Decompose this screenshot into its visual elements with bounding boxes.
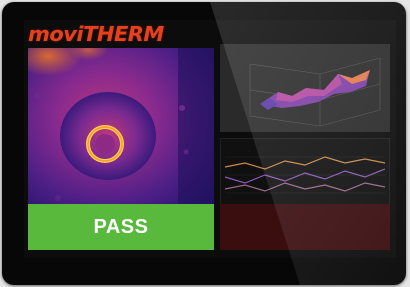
trend-plot-icon bbox=[224, 156, 386, 206]
monitor-bezel: moviTHERM PASS bbox=[2, 2, 406, 285]
surface-plot-icon bbox=[249, 57, 381, 127]
fail-indicator bbox=[220, 204, 390, 250]
trend-plot-panel bbox=[220, 138, 390, 212]
pass-indicator: PASS bbox=[28, 204, 214, 250]
thermal-image bbox=[28, 48, 214, 214]
surface-plot-panel bbox=[220, 44, 390, 132]
inspection-screen: moviTHERM PASS bbox=[24, 20, 396, 258]
brand-logo: moviTHERM bbox=[28, 22, 164, 46]
thermal-image-panel bbox=[28, 48, 214, 214]
pass-label: PASS bbox=[93, 215, 149, 238]
